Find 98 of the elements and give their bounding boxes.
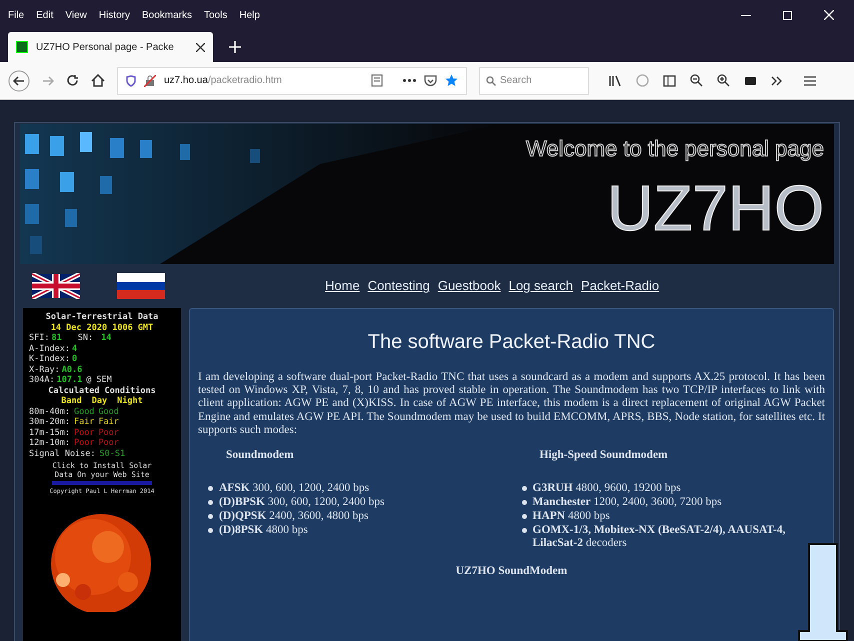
zoom-in-icon[interactable] <box>717 74 730 87</box>
welcome-heading: Welcome to the personal page <box>526 135 824 163</box>
nav-link[interactable]: Contesting <box>368 276 430 296</box>
reading-value: 4 <box>72 344 78 354</box>
list-item: G3RUH 4800, 9600, 19200 bps <box>532 482 682 496</box>
library-icon[interactable] <box>609 74 622 86</box>
intro-paragraph: I am developing a software dual-port Packet-Radio TNC that uses a soundcard as a modem and supports AX.25 protocol. It has been tested on Windows XP, Vista, 7, 8, 10 and has proved stable in operation. The Soundmodem has two TCP/IP interfaces to link with client application: AGW PE and (X)KISS. In case of AGW PE interface, this modem is a direct replacement of original AGW Packet Engine and emulates AGW PE API. The Soundmodem may be used to build EMCOMM, APRS, BBS, Node station, for satellites etc. It supports such modes: <box>198 371 825 438</box>
down-arrow-icon <box>798 543 848 641</box>
day-condition: Good <box>74 406 94 417</box>
list-item: (D)8PSK 4800 bps <box>219 524 309 538</box>
bullet-icon <box>522 514 526 520</box>
column-heading: Night <box>117 396 143 406</box>
menu-item[interactable]: History <box>98 8 130 22</box>
noise-label: Signal Noise: <box>29 448 96 459</box>
night-condition: Good <box>98 406 119 417</box>
reading-label: K-Index: <box>29 354 70 364</box>
band-label: 17m-15m: <box>29 428 70 438</box>
list-item: Manchester 1200, 2400, 3600, 7200 bps <box>532 496 723 510</box>
section-heading: UZ7HO SoundModem <box>456 565 568 578</box>
bullet-icon <box>208 486 213 492</box>
menu-icon[interactable] <box>804 76 816 86</box>
reading-label: X-Ray: <box>29 364 60 375</box>
list-item: (D)BPSK 300, 600, 1200, 2400 bps <box>219 496 386 510</box>
bullet-icon <box>208 514 213 520</box>
bullet-icon <box>208 500 213 506</box>
pocket-icon[interactable] <box>424 74 437 86</box>
close-icon[interactable] <box>196 42 205 52</box>
noise-value: S0-S1 <box>100 448 126 459</box>
insecure-lock-icon <box>144 74 156 86</box>
reading-label: SFI: <box>29 333 50 344</box>
night-condition: Poor <box>98 438 119 448</box>
bullet-icon <box>522 528 526 534</box>
maximize-icon[interactable] <box>783 10 792 20</box>
russia-flag-icon[interactable] <box>117 273 165 299</box>
menu-item[interactable]: Edit <box>36 8 54 22</box>
bullet-icon <box>208 528 213 534</box>
menu-item[interactable]: Tools <box>204 8 228 22</box>
new-tab-icon[interactable] <box>229 41 241 53</box>
back-icon[interactable] <box>8 70 30 92</box>
reading-value: 107.1 <box>56 375 82 386</box>
reading-label: @ SEM <box>86 375 112 386</box>
overflow-icon[interactable] <box>771 76 782 86</box>
reading-label: A-Index: <box>29 344 70 354</box>
nav-link[interactable]: Packet-Radio <box>581 276 660 296</box>
page-heading: The software Packet-Radio TNC <box>366 330 656 355</box>
reading-value: A0.6 <box>62 364 82 375</box>
list-item: AFSK 300, 600, 1200, 2400 bps <box>219 482 370 496</box>
reading-value: 14 <box>101 333 112 344</box>
column-heading: Band <box>61 396 82 406</box>
list-item: GOMX-1/3, Mobitex-NX (BeeSAT-2/4), AAUSAT-4, LilacSat-2 decoders <box>532 524 786 550</box>
more-icon[interactable] <box>403 79 416 82</box>
list-item: HAPN 4800 bps <box>532 510 611 524</box>
reader-view-icon[interactable] <box>371 74 383 87</box>
extension-icon[interactable] <box>744 75 757 86</box>
uk-flag-icon[interactable] <box>32 273 80 299</box>
nav-link[interactable]: Guestbook <box>438 276 501 296</box>
list-item: (D)QPSK 2400, 3600, 4800 bps <box>219 510 370 524</box>
column-heading: Soundmodem <box>226 448 295 464</box>
menu-item[interactable]: View <box>65 8 87 22</box>
column-heading: High-Speed Soundmodem <box>540 448 669 464</box>
menu-item[interactable]: File <box>8 8 24 22</box>
callsign-heading: UZ7HO <box>607 173 824 244</box>
minimize-icon[interactable] <box>741 14 751 16</box>
search-field[interactable]: Search <box>479 66 589 94</box>
column-heading: Day <box>92 396 108 406</box>
bullet-icon <box>522 486 526 492</box>
reload-icon[interactable] <box>66 74 79 87</box>
band-label: 12m-10m: <box>29 438 70 448</box>
reading-label: 304A: <box>29 375 55 386</box>
home-icon[interactable] <box>91 74 105 87</box>
address-field[interactable]: uz7.ho.ua/packetradio.htm <box>117 66 467 94</box>
reading-value: 0 <box>72 354 78 364</box>
nav-link[interactable]: Home <box>325 276 360 296</box>
url-text: uz7.ho.ua/packetradio.htm <box>164 74 282 88</box>
night-condition: Fair <box>98 417 119 428</box>
browser-tab[interactable]: UZ7HO Personal page - Packe <box>8 32 213 62</box>
solar-title: Solar-Terrestrial Data <box>46 312 158 322</box>
reading-value: 81 <box>51 333 62 344</box>
site-icon <box>16 41 28 53</box>
shield-icon <box>126 74 136 86</box>
star-icon[interactable] <box>445 74 458 87</box>
night-condition: Poor <box>98 428 119 438</box>
solar-widget[interactable] <box>23 308 181 641</box>
band-label: 30m-20m: <box>29 417 70 428</box>
day-condition: Poor <box>74 438 94 448</box>
menu-item[interactable]: Help <box>239 8 260 22</box>
bullet-icon <box>522 500 526 506</box>
day-condition: Poor <box>74 428 94 438</box>
reading-label: SN: <box>78 333 94 344</box>
zoom-out-icon[interactable] <box>690 74 703 87</box>
nav-link[interactable]: Log search <box>508 276 574 296</box>
conditions-title: Calculated Conditions <box>48 386 156 396</box>
band-label: 80m-40m: <box>29 406 70 417</box>
search-icon <box>486 76 496 86</box>
solar-date: 14 Dec 2020 1006 GMT <box>50 322 154 333</box>
sidebar-icon[interactable] <box>663 74 676 86</box>
day-condition: Fair <box>74 417 94 428</box>
menu-item[interactable]: Bookmarks <box>142 8 192 22</box>
